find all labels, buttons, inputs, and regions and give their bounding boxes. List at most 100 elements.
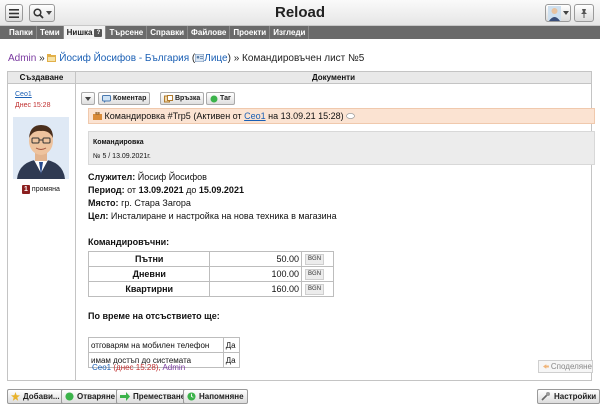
change-count-badge: 1	[22, 185, 30, 194]
chevron-down-icon	[562, 11, 569, 15]
column-header-documents: Документи	[76, 72, 591, 84]
help-icon[interactable]: ?	[94, 28, 103, 37]
absence-task: отговарям на мобилен телефон	[88, 337, 224, 353]
nav-item-folders[interactable]: Папки	[6, 26, 37, 39]
settings-button-label: Настройки	[554, 392, 597, 401]
column-header-creation: Създаване	[8, 72, 75, 84]
currency-cell: BGN	[301, 266, 334, 282]
nav-item-thread[interactable]: Нишка?	[63, 26, 107, 39]
add-button[interactable]: Добави...	[7, 389, 64, 404]
comment-button-label: Коментар	[113, 95, 147, 102]
star-icon	[11, 392, 20, 401]
absence-heading: По време на отсъствието ще:	[88, 311, 220, 321]
footer-date: (днес 15:28),	[113, 363, 161, 372]
breadcrumb-admin-link[interactable]: Admin	[8, 53, 36, 64]
nav-label: Теми	[39, 28, 60, 37]
arrow-right-icon	[120, 392, 130, 401]
status-rest: на 13.09.21 15:28)	[268, 111, 344, 121]
document-status: Командировка #Trp5 (Активен от Ceo1 на 1…	[88, 108, 595, 124]
share-icon	[543, 364, 549, 369]
settings-button[interactable]: Настройки	[537, 389, 600, 404]
nav-label: Проекти	[233, 28, 267, 37]
move-button-label: Преместване	[133, 392, 186, 401]
share-button[interactable]: Споделяне	[538, 360, 593, 373]
nav-label: Нишка	[66, 28, 93, 37]
breadcrumb: Admin » Йосиф Йосифов - България (Лице) …	[8, 53, 364, 64]
field-employee-value: Йосиф Йосифов	[137, 172, 207, 182]
nav-item-reports[interactable]: Справки	[147, 26, 189, 39]
change-count-label: промяна	[31, 186, 60, 193]
comment-icon	[102, 94, 111, 103]
status-user-link[interactable]: Ceo1	[244, 111, 266, 121]
table-row: Пътни 50.00 BGN	[87, 251, 334, 267]
allowance-label: Дневни	[87, 266, 211, 282]
nav-label: Справки	[150, 28, 185, 37]
breadcrumb-type-link[interactable]: Лице	[204, 53, 227, 64]
currency-tag: BGN	[305, 253, 325, 265]
pin-button[interactable]	[574, 4, 594, 22]
field-employee-label: Служител:	[88, 172, 136, 182]
open-icon	[65, 392, 74, 401]
allowance-value: 100.00	[209, 266, 303, 282]
thread-panel: Създаване Документи Ceo1 Днес 15:28 1 пр…	[7, 71, 595, 381]
top-bar: Reload	[0, 0, 600, 26]
open-button[interactable]: Отваряне	[61, 389, 120, 404]
currency-tag: BGN	[305, 268, 325, 280]
remind-button-label: Напомняне	[199, 392, 244, 401]
share-button-label: Споделяне	[550, 362, 592, 371]
field-purpose: Цел: Инсталиране и настройка на нова тех…	[88, 211, 337, 221]
allowance-value: 50.00	[209, 251, 303, 267]
footer-user-link[interactable]: Ceo1	[92, 363, 111, 372]
nav-item-files[interactable]: Файлове	[188, 26, 231, 39]
doc-menu-button[interactable]	[81, 92, 95, 105]
chevron-down-icon	[85, 96, 91, 101]
document-info-box: Командировка № 5 / 13.09.2021г.	[88, 131, 595, 165]
pin-icon	[581, 9, 587, 18]
nav-item-topics[interactable]: Теми	[37, 26, 64, 39]
nav-label: Папки	[9, 28, 33, 37]
allowance-label: Квартирни	[87, 281, 211, 297]
column-divider	[75, 72, 76, 380]
nav-item-projects[interactable]: Проекти	[230, 26, 271, 39]
breadcrumb-separator: »	[39, 53, 45, 64]
link-button[interactable]: Връзка	[160, 92, 205, 105]
document-footer: Ceo1 (днес 15:28), Admin	[92, 363, 185, 372]
status-text: Командировка #Trp5 (Активен от	[104, 111, 242, 121]
currency-cell: BGN	[301, 251, 334, 267]
field-place-label: Място:	[88, 198, 119, 208]
absence-answer: Да	[222, 352, 241, 368]
clock-icon	[187, 392, 196, 401]
table-row: отговарям на мобилен телефон Да	[88, 337, 241, 353]
tag-icon	[210, 95, 218, 102]
field-place: Място: гр. Стара Загора	[88, 198, 191, 208]
creator-avatar[interactable]	[13, 117, 69, 179]
currency-cell: BGN	[301, 281, 334, 297]
remind-button[interactable]: Напомняне	[183, 389, 248, 404]
move-button[interactable]: Преместване	[116, 389, 190, 404]
field-period-from-word: от	[127, 185, 137, 195]
table-row: Дневни 100.00 BGN	[87, 266, 334, 282]
footer-admin-link[interactable]: Admin	[162, 363, 185, 372]
nav-label: Файлове	[191, 28, 227, 37]
allowance-label: Пътни	[87, 251, 211, 267]
comment-button[interactable]: Коментар	[98, 92, 151, 105]
breadcrumb-person-link[interactable]: Йосиф Йосифов - България	[59, 53, 189, 64]
field-employee: Служител: Йосиф Йосифов	[88, 172, 207, 182]
creator-name[interactable]: Ceo1	[15, 91, 32, 98]
info-title: Командировка	[93, 139, 144, 146]
link-icon	[164, 94, 173, 102]
user-avatar-icon	[547, 5, 561, 21]
tag-button[interactable]: Таг	[206, 92, 235, 105]
nav-label: Изгледи	[273, 28, 306, 37]
field-period-to-word: до	[186, 185, 197, 195]
nav-item-views[interactable]: Изгледи	[270, 26, 310, 39]
currency-tag: BGN	[305, 283, 325, 295]
change-count[interactable]: 1 промяна	[22, 185, 60, 194]
user-profile-button[interactable]	[545, 4, 571, 22]
contact-card-icon	[195, 54, 205, 62]
field-period-date-to: 15.09.2021	[198, 185, 244, 195]
allowance-table: Пътни 50.00 BGN Дневни 100.00 BGN Кварти…	[87, 251, 334, 297]
comment-bubble-icon[interactable]	[346, 113, 356, 120]
nav-item-search[interactable]: Търсене	[106, 26, 148, 39]
tag-button-label: Таг	[220, 95, 231, 102]
